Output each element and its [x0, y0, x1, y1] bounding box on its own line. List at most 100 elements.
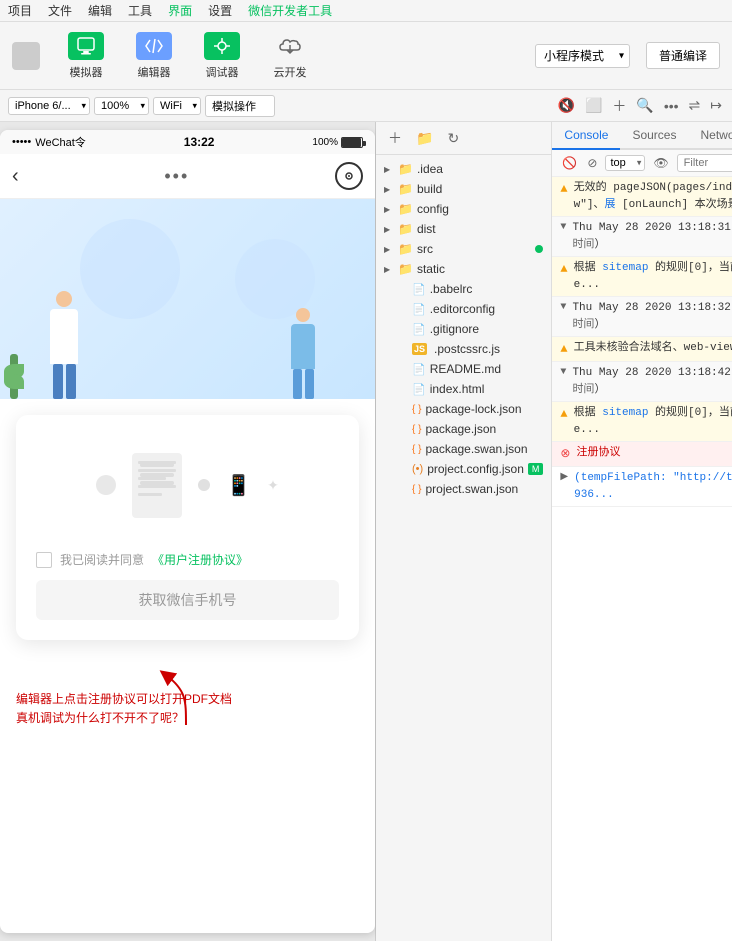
context-select[interactable]: top	[605, 155, 645, 171]
tree-item-readme[interactable]: ▶ 📄 README.md	[376, 359, 551, 379]
menu-item-devtools[interactable]: 微信开发者工具	[248, 2, 332, 19]
network-select[interactable]: WiFi	[153, 97, 201, 115]
tree-item-config[interactable]: ▶ 📁 config	[376, 199, 551, 219]
tree-item-pkg[interactable]: ▶ { } package.json	[376, 419, 551, 439]
tree-item-editorconfig[interactable]: ▶ 📄 .editorconfig	[376, 299, 551, 319]
error-icon: ⊗	[560, 445, 570, 463]
warning-icon: ▲	[560, 260, 567, 278]
zoom-select[interactable]: 100%	[94, 97, 149, 115]
tree-item-label: .postcssrc.js	[434, 342, 500, 356]
get-phone-button[interactable]: 获取微信手机号	[36, 580, 339, 620]
menu-item-settings[interactable]: 设置	[208, 2, 232, 19]
collapse-icon[interactable]: ▼	[560, 365, 566, 380]
menu-bar: 项目 文件 编辑 工具 界面 设置 微信开发者工具	[0, 0, 732, 22]
tab-network[interactable]: Network	[688, 122, 732, 150]
simulator-button[interactable]: 模拟器	[56, 30, 116, 82]
search-icon[interactable]: 🔍	[634, 95, 655, 116]
eye-icon[interactable]: 👁	[651, 154, 670, 172]
tree-item-projectconfig[interactable]: ▶ (•) project.config.json M	[376, 459, 551, 479]
collapse-icon[interactable]: ▼	[560, 300, 566, 315]
tree-item-indexhtml[interactable]: ▶ 📄 index.html	[376, 379, 551, 399]
indent-icon[interactable]: ↦	[708, 95, 724, 116]
filepath-link[interactable]: (tempFilePath: "http://tmp/wx49c9ape8159…	[574, 472, 732, 501]
tree-item-label: config	[417, 202, 449, 216]
sitemap-link[interactable]: sitemap	[602, 262, 648, 274]
collapse-icon[interactable]: ▼	[560, 220, 566, 235]
main-toolbar: 模拟器 编辑器 调试器 云开发 小程序模式 插件模式 普通编译	[0, 22, 732, 90]
filter-input[interactable]	[677, 154, 732, 172]
refresh-button[interactable]: ↻	[443, 128, 463, 149]
console-entry-7: ▲ 根据 sitemap 的规则[0]，当前页面 [pages/inde...	[552, 402, 732, 442]
agreement-link[interactable]: 《用户注册协议》	[152, 551, 248, 568]
chevron-right-icon: ▶	[384, 245, 394, 254]
network-select-wrap: WiFi	[153, 97, 201, 115]
nav-more[interactable]: •••	[164, 166, 189, 187]
tree-item-projectswan[interactable]: ▶ { } project.swan.json	[376, 479, 551, 499]
file-panel: ＋ 📁 ↻ ▶ 📁 .idea ▶ 📁 build ▶ 📁 config ▶	[376, 122, 552, 941]
console-tabs: Console Sources Network Security Ap	[552, 122, 732, 150]
add-icon[interactable]: ＋	[610, 94, 628, 118]
tree-item-gitignore[interactable]: ▶ 📄 .gitignore	[376, 319, 551, 339]
sec-toolbar-right: 🔇 ⬜ ＋ 🔍 ••• ⇌ ↦	[556, 94, 725, 118]
expand-icon[interactable]: ▶	[560, 470, 568, 485]
console-entry-text: Thu May 28 2020 13:18:42 GMT+0800（中国标准时间…	[572, 365, 732, 398]
link-text[interactable]: 展	[604, 199, 615, 211]
console-entry-8: ⊗ 注册协议	[552, 442, 732, 467]
camera-button[interactable]	[335, 162, 363, 190]
menu-item-tools[interactable]: 工具	[128, 2, 152, 19]
tree-item-dist[interactable]: ▶ 📁 dist	[376, 219, 551, 239]
tree-item-label: package.json	[425, 422, 496, 436]
menu-item-view[interactable]: 界面	[168, 2, 192, 19]
tree-item-idea[interactable]: ▶ 📁 .idea	[376, 159, 551, 179]
menu-item-edit[interactable]: 编辑	[88, 2, 112, 19]
console-entry-4: ▼ Thu May 28 2020 13:18:32 GMT+0800（中国标准…	[552, 297, 732, 337]
top-select-wrap: top	[605, 155, 645, 171]
cloud-button[interactable]: 云开发	[260, 30, 320, 82]
editor-button[interactable]: 编辑器	[124, 30, 184, 82]
console-content: ▲ 无效的 pageJSON(pages/index/main)["window…	[552, 177, 732, 941]
tree-item-label: index.html	[430, 382, 485, 396]
more-icon[interactable]: •••	[662, 96, 681, 116]
chevron-right-icon: ▶	[384, 185, 394, 194]
layout-icon[interactable]: ⇌	[687, 95, 703, 116]
status-left: ••••• WeChat令	[12, 134, 86, 150]
tab-console[interactable]: Console	[552, 122, 620, 150]
main-layout: ••••• WeChat令 13:22 100% ‹ •••	[0, 122, 732, 941]
json-file-icon: { }	[412, 424, 421, 435]
mute-icon[interactable]: 🔇	[556, 95, 577, 116]
sitemap-link2[interactable]: sitemap	[602, 407, 648, 419]
file-icon: 📄	[412, 323, 426, 336]
tree-item-static[interactable]: ▶ 📁 static	[376, 259, 551, 279]
clear-console-button[interactable]: 🚫	[560, 154, 579, 172]
mode-dropdown[interactable]: 小程序模式 插件模式	[535, 44, 630, 68]
tree-item-postcssrc[interactable]: ▶ JS .postcssrc.js	[376, 339, 551, 359]
tree-item-label: README.md	[430, 362, 501, 376]
tree-item-build[interactable]: ▶ 📁 build	[376, 179, 551, 199]
warning-icon: ▲	[560, 340, 567, 358]
modal-icon-area: 📱 ✦	[36, 435, 339, 535]
agreement-checkbox[interactable]	[36, 552, 52, 568]
compile-button[interactable]: 普通编译	[646, 42, 720, 69]
console-entry-9: ▶ (tempFilePath: "http://tmp/wx49c9ape81…	[552, 467, 732, 507]
menu-item-project[interactable]: 项目	[8, 2, 32, 19]
sim-ops-button[interactable]: 模拟操作	[205, 95, 275, 117]
tab-sources[interactable]: Sources	[620, 122, 688, 150]
device-select[interactable]: iPhone 6/...	[8, 97, 90, 115]
add-folder-button[interactable]: 📁	[412, 128, 437, 149]
tree-item-src[interactable]: ▶ 📁 src	[376, 239, 551, 259]
add-file-button[interactable]: ＋	[384, 126, 406, 150]
tree-item-pkgswan[interactable]: ▶ { } package.swan.json	[376, 439, 551, 459]
tree-item-pkglock[interactable]: ▶ { } package-lock.json	[376, 399, 551, 419]
modal-card: 📱 ✦ 我已阅读并同意 《用户注册协议》 获取微信手机号	[16, 415, 359, 640]
debugger-button[interactable]: 调试器	[192, 30, 252, 82]
console-entry-text: Thu May 28 2020 13:18:31 GMT+0800（中国标准时间…	[572, 220, 732, 253]
battery-pct: 100%	[312, 137, 338, 148]
tree-item-label: .editorconfig	[430, 302, 495, 316]
filter-icon[interactable]: ⊘	[585, 154, 599, 172]
menu-item-file[interactable]: 文件	[48, 2, 72, 19]
chevron-right-icon: ▶	[384, 205, 394, 214]
expand-icon[interactable]: ⬜	[583, 95, 604, 116]
tree-item-babelrc[interactable]: ▶ 📄 .babelrc	[376, 279, 551, 299]
back-button[interactable]: ‹	[12, 165, 19, 188]
phone-frame: ••••• WeChat令 13:22 100% ‹ •••	[0, 130, 375, 933]
